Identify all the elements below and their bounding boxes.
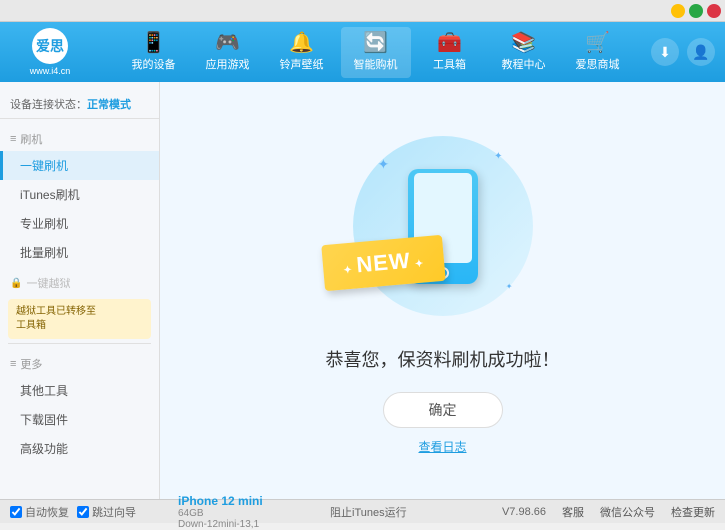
nav-apps-label: 应用游戏 — [206, 56, 250, 72]
more-section-title: ≡ 更多 — [0, 352, 159, 376]
nav-tutorials[interactable]: 📚 教程中心 — [489, 27, 559, 78]
more-section-label: 更多 — [20, 356, 42, 372]
titlebar — [0, 0, 725, 22]
user-button[interactable]: 👤 — [687, 38, 715, 66]
update-link[interactable]: 检查更新 — [671, 504, 715, 520]
tutorials-icon: 📚 — [511, 33, 536, 53]
more-section: ≡ 更多 其他工具 下载固件 高级功能 — [0, 348, 159, 467]
flash-section: ≡ 刷机 一键刷机 iTunes刷机 专业刷机 批量刷机 — [0, 123, 159, 271]
lock-label: 一键越狱 — [26, 275, 70, 291]
success-message: 恭喜您，保资料刷机成功啦！ — [326, 346, 560, 372]
nav-smart-shop[interactable]: 🔄 智能购机 — [341, 27, 411, 78]
nav-shop[interactable]: 🛒 爱思商城 — [563, 27, 633, 78]
nav-smart-shop-label: 智能购机 — [354, 56, 398, 72]
back-link[interactable]: 查看日志 — [418, 438, 466, 455]
sidebar-item-advanced[interactable]: 高级功能 — [0, 434, 159, 463]
sidebar-item-download-firmware[interactable]: 下载固件 — [0, 405, 159, 434]
star-decoration-1: ✦ — [378, 156, 390, 173]
flash-section-title: ≡ 刷机 — [0, 127, 159, 151]
stop-itunes-label: 阻止iTunes运行 — [330, 507, 407, 519]
bottom-bar: 自动恢复 跳过向导 iPhone 12 mini 64GB Down-12min… — [0, 499, 725, 523]
service-link[interactable]: 客服 — [562, 504, 584, 520]
nav-my-device[interactable]: 📱 我的设备 — [119, 27, 189, 78]
confirm-button[interactable]: 确定 — [383, 392, 503, 428]
nav-toolbox-label: 工具箱 — [433, 56, 466, 72]
minimize-button[interactable] — [671, 4, 685, 18]
sidebar-item-itunes-flash[interactable]: iTunes刷机 — [0, 180, 159, 209]
wechat-link[interactable]: 微信公众号 — [600, 504, 655, 520]
sidebar-item-other-tools[interactable]: 其他工具 — [0, 376, 159, 405]
bottom-checkboxes: 自动恢复 跳过向导 — [10, 504, 170, 520]
nav-ringtones[interactable]: 🔔 铃声壁纸 — [267, 27, 337, 78]
device-model: Down-12mini-13,1 — [178, 519, 330, 530]
more-section-icon: ≡ — [10, 358, 16, 370]
nav-shop-label: 爱思商城 — [576, 56, 620, 72]
sidebar-notice: 越狱工具已转移至 工具箱 — [8, 299, 151, 339]
device-storage: 64GB — [178, 508, 330, 519]
lock-icon: 🔒 — [10, 278, 22, 289]
nav-toolbox[interactable]: 🧰 工具箱 — [415, 27, 485, 78]
device-name: iPhone 12 mini — [178, 494, 330, 508]
flash-section-icon: ≡ — [10, 133, 16, 145]
my-device-icon: 📱 — [141, 33, 166, 53]
logo-icon: 爱思 — [32, 28, 68, 64]
sidebar-divider — [8, 343, 151, 344]
nav-bar: 📱 我的设备 🎮 应用游戏 🔔 铃声壁纸 🔄 智能购机 🧰 工具箱 📚 教程中心… — [100, 27, 651, 78]
skip-wizard-checkbox[interactable]: 跳过向导 — [77, 504, 136, 520]
ringtones-icon: 🔔 — [289, 33, 314, 53]
maximize-button[interactable] — [689, 4, 703, 18]
sidebar: 设备连接状态：正常模式 ≡ 刷机 一键刷机 iTunes刷机 专业刷机 批量刷机… — [0, 82, 160, 499]
star-decoration-2: ✦ — [494, 151, 502, 162]
skip-wizard-input[interactable] — [77, 506, 89, 518]
sidebar-item-pro-flash[interactable]: 专业刷机 — [0, 209, 159, 238]
apps-icon: 🎮 — [215, 33, 240, 53]
header: 爱思 www.i4.cn 📱 我的设备 🎮 应用游戏 🔔 铃声壁纸 🔄 智能购机… — [0, 22, 725, 82]
smart-shop-icon: 🔄 — [363, 33, 388, 53]
bottom-right: V7.98.66 客服 微信公众号 检查更新 — [502, 504, 715, 520]
auto-restore-input[interactable] — [10, 506, 22, 518]
content-area: ✦ ✦ ✦ NEW 恭喜您，保资料刷机成功啦！ 确定 查看日志 — [160, 82, 725, 499]
download-button[interactable]: ⬇ — [651, 38, 679, 66]
sidebar-lock-jailbreak: 🔒 一键越狱 — [0, 271, 159, 295]
nav-my-device-label: 我的设备 — [132, 56, 176, 72]
flash-section-label: 刷机 — [20, 131, 42, 147]
version-label: V7.98.66 — [502, 506, 546, 518]
sidebar-item-batch-flash[interactable]: 批量刷机 — [0, 238, 159, 267]
status-label: 设备连接状态： — [10, 99, 87, 111]
header-right: ⬇ 👤 — [651, 38, 715, 66]
status-value: 正常模式 — [87, 99, 131, 111]
star-decoration-3: ✦ — [506, 282, 513, 291]
main-content: 设备连接状态：正常模式 ≡ 刷机 一键刷机 iTunes刷机 专业刷机 批量刷机… — [0, 82, 725, 499]
success-illustration: ✦ ✦ ✦ NEW — [343, 126, 543, 326]
nav-tutorials-label: 教程中心 — [502, 56, 546, 72]
toolbox-icon: 🧰 — [437, 33, 462, 53]
status-bar: 设备连接状态：正常模式 — [0, 90, 159, 119]
circle-background: ✦ ✦ ✦ NEW — [353, 136, 533, 316]
logo: 爱思 www.i4.cn — [10, 28, 90, 76]
sidebar-item-one-click-flash[interactable]: 一键刷机 — [0, 151, 159, 180]
skip-wizard-label: 跳过向导 — [92, 504, 136, 520]
shop-icon: 🛒 — [585, 33, 610, 53]
nav-ringtones-label: 铃声壁纸 — [280, 56, 324, 72]
auto-restore-checkbox[interactable]: 自动恢复 — [10, 504, 69, 520]
close-button[interactable] — [707, 4, 721, 18]
device-info: iPhone 12 mini 64GB Down-12mini-13,1 — [170, 494, 330, 530]
logo-text: www.i4.cn — [30, 66, 71, 76]
nav-apps[interactable]: 🎮 应用游戏 — [193, 27, 263, 78]
bottom-center: 阻止iTunes运行 — [330, 504, 502, 520]
auto-restore-label: 自动恢复 — [25, 504, 69, 520]
